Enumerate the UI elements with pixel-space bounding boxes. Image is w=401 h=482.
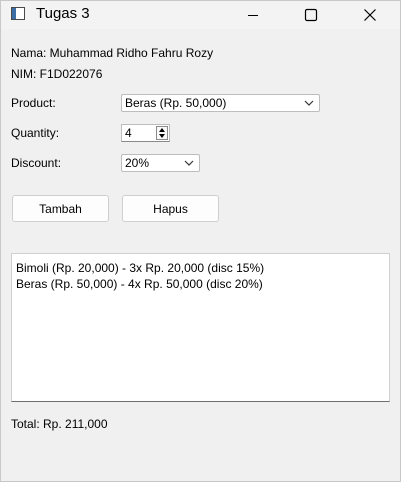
spin-arrows-icon[interactable] xyxy=(156,126,168,140)
list-item[interactable]: Beras (Rp. 50,000) - 4x Rp. 50,000 (disc… xyxy=(16,276,385,292)
quantity-label: Quantity: xyxy=(11,126,60,140)
quantity-value: 4 xyxy=(125,126,132,140)
close-icon xyxy=(364,9,376,21)
quantity-spinbox[interactable]: 4 xyxy=(121,124,170,142)
increment-arrow-icon[interactable] xyxy=(159,128,165,132)
hapus-button[interactable]: Hapus xyxy=(122,195,219,222)
name-label: Nama: Muhammad Ridho Fahru Rozy xyxy=(11,46,214,60)
discount-label: Discount: xyxy=(11,156,62,170)
title-bar[interactable]: Tugas 3 xyxy=(1,1,400,29)
tambah-button[interactable]: Tambah xyxy=(12,195,109,222)
product-selected-value: Beras (Rp. 50,000) xyxy=(125,96,227,110)
minimize-icon xyxy=(248,15,258,16)
product-combobox[interactable]: Beras (Rp. 50,000) xyxy=(121,94,320,112)
close-button[interactable] xyxy=(347,1,393,29)
maximize-icon xyxy=(304,8,318,22)
window-title: Tugas 3 xyxy=(36,5,90,22)
product-label: Product: xyxy=(11,96,56,110)
total-label: Total: Rp. 211,000 xyxy=(11,417,108,431)
minimize-button[interactable] xyxy=(230,1,276,29)
window-icon xyxy=(11,7,25,20)
decrement-arrow-icon[interactable] xyxy=(159,134,165,138)
discount-combobox[interactable]: 20% xyxy=(121,154,200,172)
nim-label: NIM: F1D022076 xyxy=(11,67,103,81)
list-item[interactable]: Bimoli (Rp. 20,000) - 3x Rp. 20,000 (dis… xyxy=(16,260,385,276)
app-window: Tugas 3 Nama: Muhammad Ridho Fahru Rozy … xyxy=(0,0,401,482)
discount-selected-value: 20% xyxy=(125,156,150,170)
chevron-down-icon xyxy=(184,160,194,166)
cart-list[interactable]: Bimoli (Rp. 20,000) - 3x Rp. 20,000 (dis… xyxy=(11,253,390,402)
chevron-down-icon xyxy=(304,100,314,106)
maximize-button[interactable] xyxy=(288,1,334,29)
